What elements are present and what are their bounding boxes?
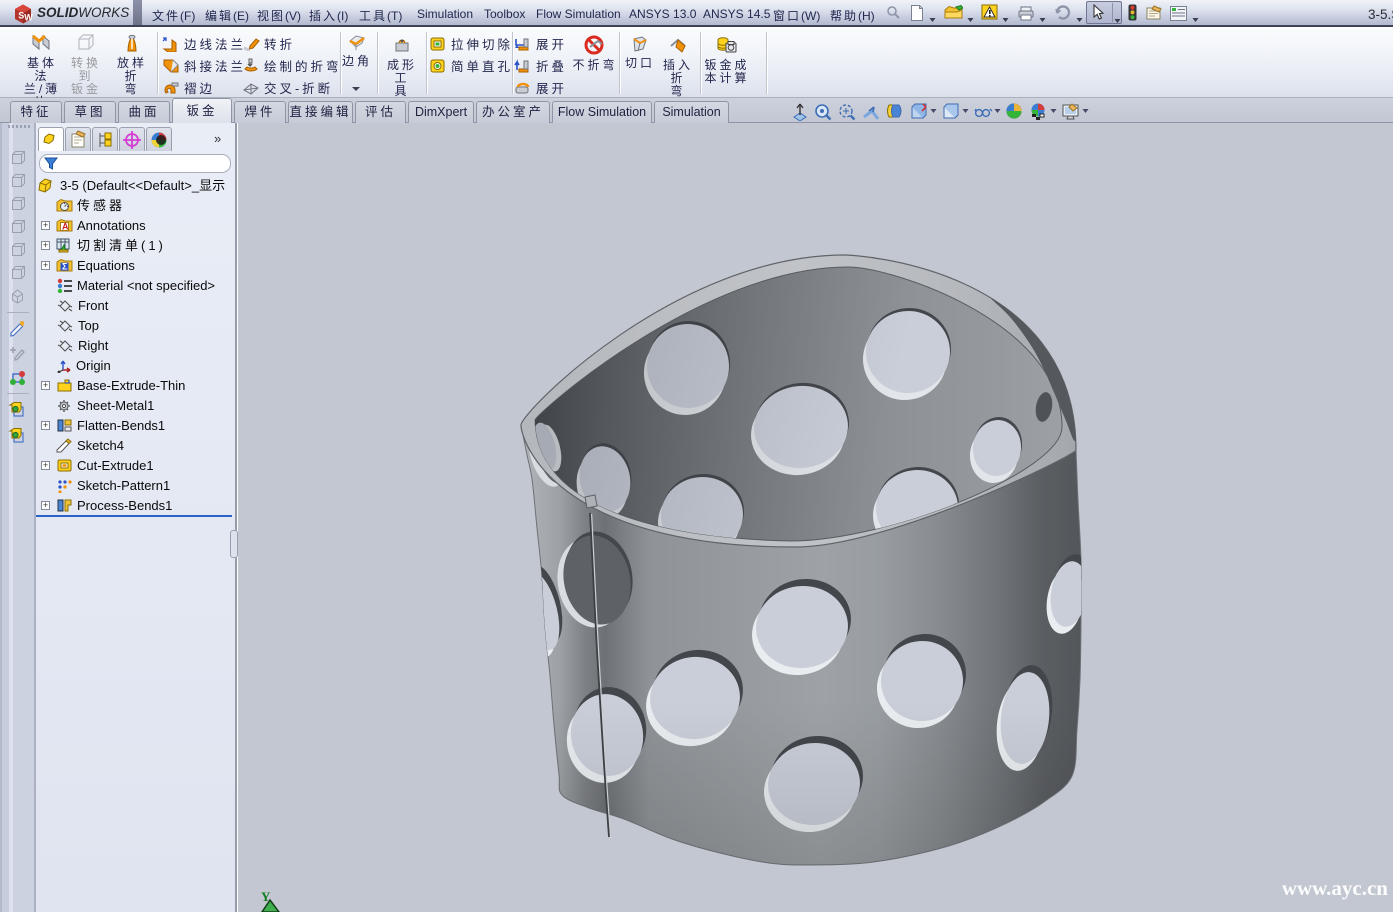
svg-text:www.ayc.cn: www.ayc.cn [1282,876,1388,900]
svg-text:Σ: Σ [62,262,68,272]
svg-text:W: W [24,13,33,23]
svg-text:A: A [62,222,69,232]
